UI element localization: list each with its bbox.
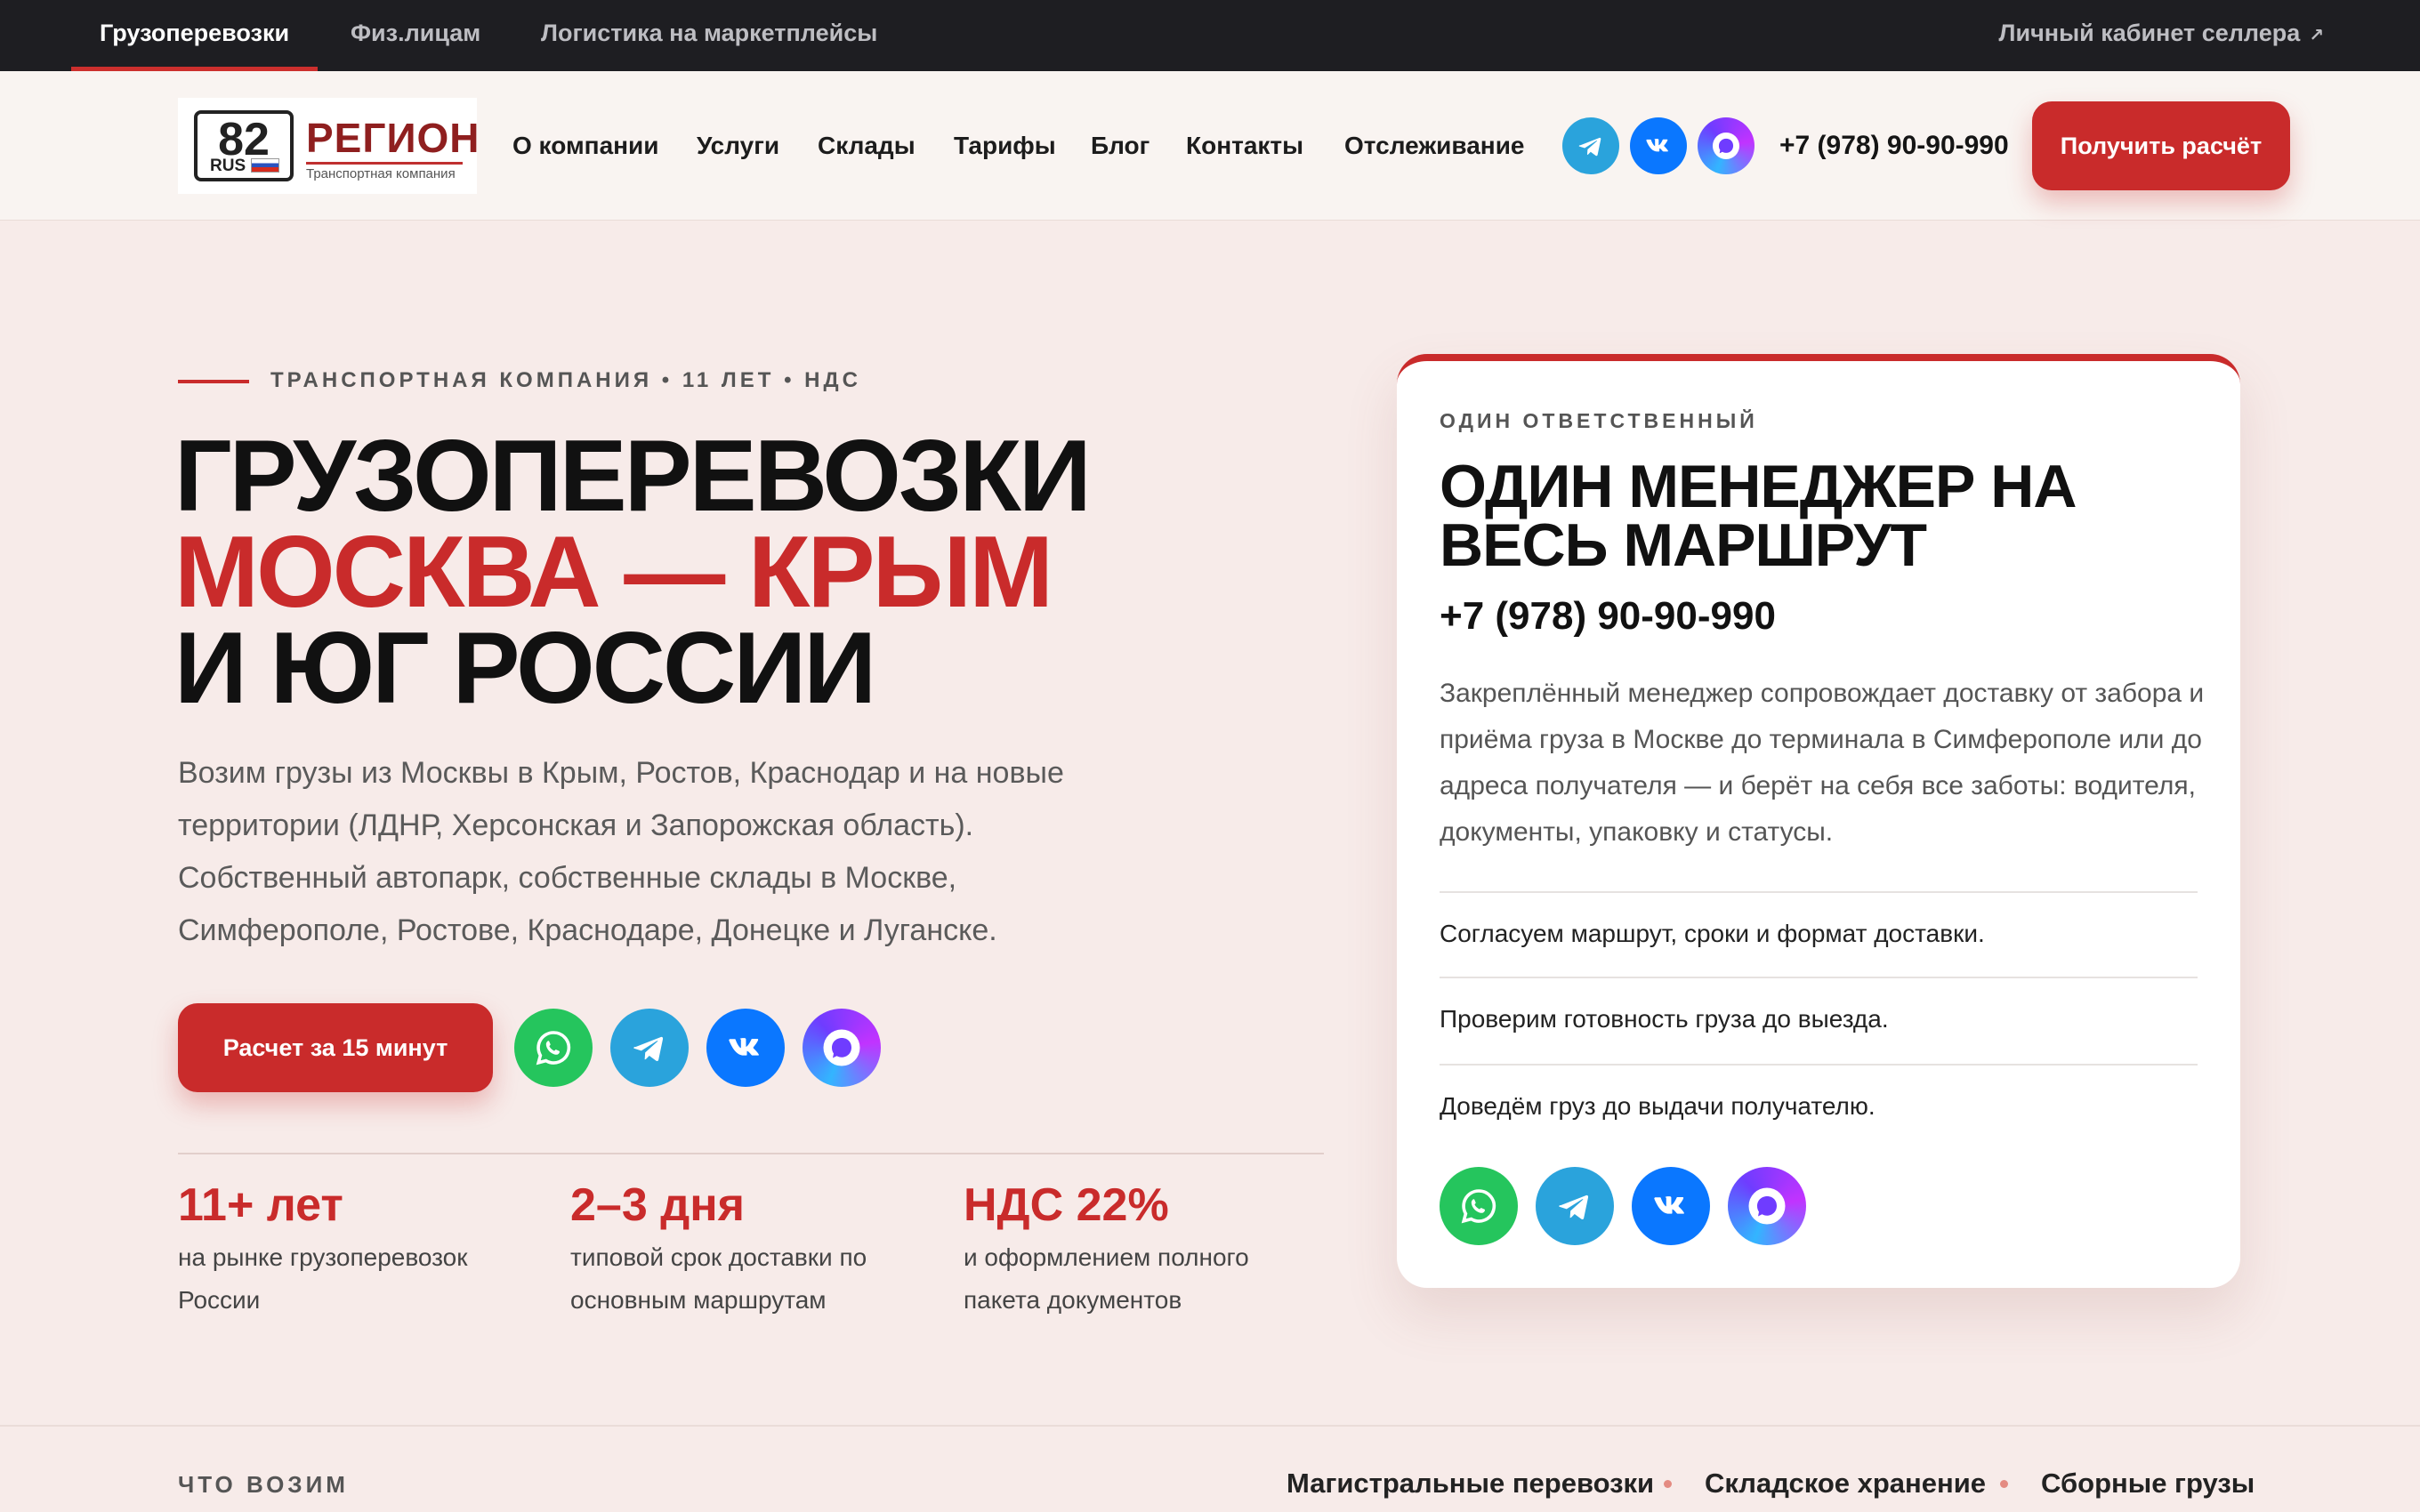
stat-years: 11+ лет на рынке грузоперевозок России [178, 1174, 534, 1322]
max-icon[interactable] [803, 1009, 881, 1087]
vk-icon[interactable] [706, 1009, 785, 1087]
max-icon[interactable] [1728, 1167, 1806, 1245]
card-point: Проверим готовность груза до выезда. [1440, 1005, 1889, 1033]
whatsapp-icon[interactable] [1440, 1167, 1518, 1245]
hero-lead: Возим грузы из Москвы в Крым, Ростов, Кр… [178, 756, 1064, 947]
logo-tagline: Транспортная компания [306, 162, 463, 181]
stat-value: 2–3 дня [570, 1179, 745, 1231]
nav-blog[interactable]: Блог [1091, 71, 1150, 221]
tab-marketplaces[interactable]: Логистика на маркетплейсы [541, 0, 877, 71]
telegram-icon[interactable] [1562, 117, 1619, 174]
card-point: Доведём груз до выдачи получателю. [1440, 1092, 1876, 1120]
card-point: Согласуем маршрут, сроки и формат достав… [1440, 920, 1985, 947]
separator-dot [1664, 1480, 1672, 1488]
card-kicker: ОДИН ОТВЕТСТВЕННЫЙ [1440, 409, 1758, 432]
russian-flag-icon [251, 158, 279, 173]
logo-plate: 82 RUS [194, 110, 294, 181]
hero-eyebrow: ТРАНСПОРТНАЯ КОМПАНИЯ • 11 ЛЕТ • НДС [178, 365, 861, 397]
section-label: ЧТО ВОЗИМ [178, 1471, 349, 1498]
stat-desc: типовой срок доставки по основным маршру… [570, 1243, 867, 1314]
hero-title-line3: И ЮГ РОССИИ [174, 612, 876, 725]
divider [1440, 977, 2198, 978]
vk-icon[interactable] [1630, 117, 1687, 174]
card-text: Закреплённый менеджер сопровождает доста… [1440, 679, 2205, 847]
logo-word: РЕГИОН [306, 115, 480, 161]
telegram-icon[interactable] [610, 1009, 689, 1087]
stat-value: 11+ лет [178, 1179, 343, 1231]
max-icon[interactable] [1698, 117, 1754, 174]
tab-cargo[interactable]: Грузоперевозки [70, 0, 319, 71]
logo-plate-region: RUS [210, 157, 246, 175]
nav-contacts[interactable]: Контакты [1186, 71, 1303, 221]
stat-delivery-time: 2–3 дня типовой срок доставки по основны… [570, 1174, 926, 1322]
telegram-icon[interactable] [1536, 1167, 1614, 1245]
stat-vat: НДС 22% и оформлением полного пакета док… [964, 1174, 1319, 1322]
service-groupage[interactable]: Сборные грузы [2041, 1468, 2255, 1500]
divider [1440, 1064, 2198, 1066]
whatsapp-icon[interactable] [514, 1009, 593, 1087]
calculate-button[interactable]: Расчет за 15 минут [178, 1003, 493, 1092]
hero-title-line1: ГРУЗОПЕРЕВОЗКИ [174, 420, 1092, 533]
hero-title-line2: МОСКВА — КРЫМ [174, 516, 1053, 629]
nav-about[interactable]: О компании [512, 71, 658, 221]
stat-desc: на рынке грузоперевозок России [178, 1243, 468, 1314]
seller-account-link[interactable]: Личный кабинет селлера ↗ [1999, 0, 2324, 71]
separator-dot [2000, 1480, 2008, 1488]
seller-account-label: Личный кабинет селлера [1998, 20, 2301, 46]
service-trunk-transport[interactable]: Магистральные перевозки [1287, 1468, 1654, 1500]
logo[interactable]: 82 RUS РЕГИОН Транспортная компания [178, 98, 480, 194]
external-arrow-icon: ↗ [2309, 26, 2324, 45]
stat-value: НДС 22% [964, 1179, 1169, 1231]
header-phone[interactable]: +7 (978) 90-90-990 [1779, 71, 2009, 221]
stat-desc: и оформлением полного пакета документов [964, 1243, 1249, 1314]
tab-individuals[interactable]: Физ.лицам [351, 0, 480, 71]
manager-card: ОДИН ОТВЕТСТВЕННЫЙ ОДИН МЕНЕДЖЕР НА ВЕСЬ… [1397, 354, 2240, 1288]
card-phone[interactable]: +7 (978) 90-90-990 [1440, 594, 1776, 639]
nav-services[interactable]: Услуги [697, 71, 779, 221]
card-title: ОДИН МЕНЕДЖЕР НА ВЕСЬ МАРШРУТ [1440, 453, 2077, 579]
hero-title: ГРУЗОПЕРЕВОЗКИ МОСКВА — КРЫМ И ЮГ РОССИИ [174, 420, 1092, 725]
stats-divider [178, 1153, 1324, 1154]
get-quote-button[interactable]: Получить расчёт [2032, 101, 2290, 190]
service-warehouse-storage[interactable]: Складское хранение [1705, 1468, 1986, 1500]
top-bar: Грузоперевозки Физ.лицам Логистика на ма… [0, 0, 2420, 71]
divider [1440, 891, 2198, 893]
section-divider [0, 1425, 2420, 1427]
nav-tariffs[interactable]: Тарифы [954, 71, 1056, 221]
nav-warehouses[interactable]: Склады [818, 71, 916, 221]
site-header: 82 RUS РЕГИОН Транспортная компания О ко… [0, 71, 2420, 221]
vk-icon[interactable] [1632, 1167, 1710, 1245]
nav-tracking[interactable]: Отслеживание [1344, 71, 1525, 221]
